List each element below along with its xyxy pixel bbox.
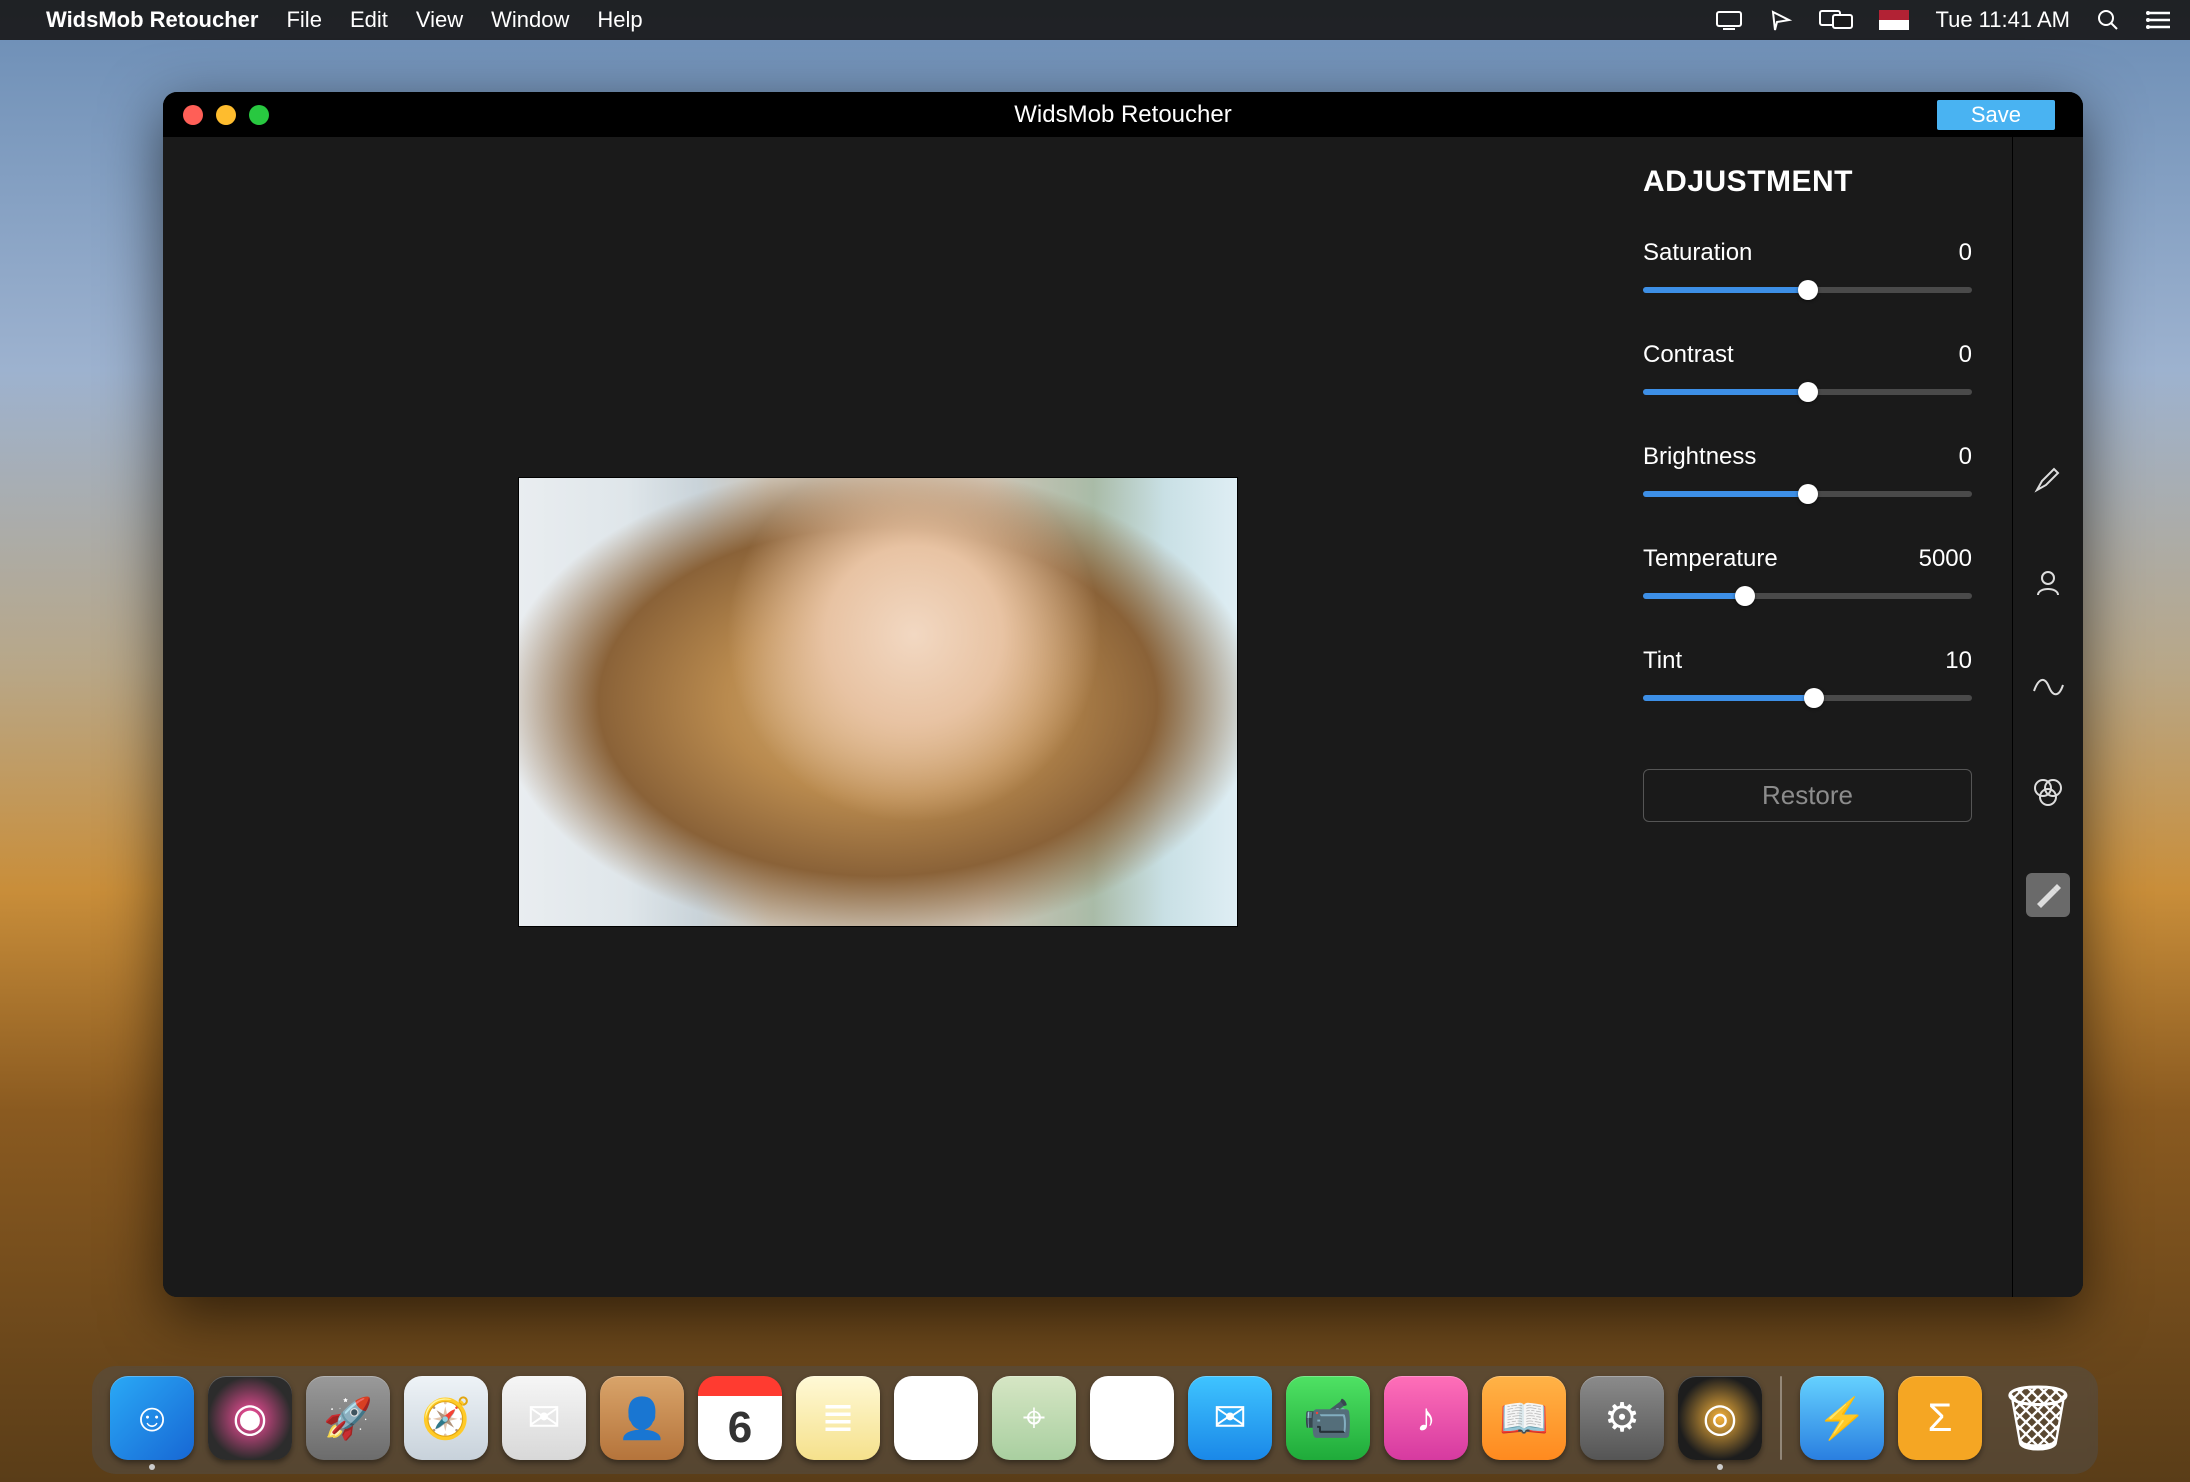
slider-thumb[interactable] <box>1735 586 1755 606</box>
save-button[interactable]: Save <box>1937 100 2055 130</box>
slider-track[interactable] <box>1643 287 1972 293</box>
app-window: WidsMob Retoucher Save ADJUSTMENT Satura… <box>163 92 2083 1297</box>
window-zoom-button[interactable] <box>249 105 269 125</box>
dock-mail[interactable]: ✉ <box>502 1376 586 1460</box>
slider-track[interactable] <box>1643 389 1972 395</box>
slider-value: 0 <box>1959 341 1972 369</box>
slider-label: Brightness <box>1643 443 1756 471</box>
slider-value: 10 <box>1945 647 1972 675</box>
dock-finder[interactable]: ☺ <box>110 1376 194 1460</box>
slider-value: 0 <box>1959 239 1972 267</box>
filmpack-tool-icon[interactable] <box>2026 769 2070 813</box>
slider-brightness: Brightness 0 <box>1643 443 1972 497</box>
dock-ibooks[interactable]: 📖 <box>1482 1376 1566 1460</box>
adjustment-panel-title: ADJUSTMENT <box>1643 165 1972 199</box>
image-canvas-area[interactable] <box>163 137 1603 1297</box>
display-status-icon[interactable] <box>1715 9 1743 31</box>
denoise-tool-icon[interactable] <box>2026 665 2070 709</box>
dock-app-extra-1[interactable]: ⚡ <box>1800 1376 1884 1460</box>
window-minimize-button[interactable] <box>216 105 236 125</box>
input-source-flag-icon[interactable] <box>1879 10 1909 30</box>
dock-separator <box>1780 1376 1782 1460</box>
restore-button[interactable]: Restore <box>1643 769 1972 822</box>
dock-messages[interactable]: ✉ <box>1188 1376 1272 1460</box>
window-close-button[interactable] <box>183 105 203 125</box>
adjust-tool-icon[interactable] <box>2026 873 2070 917</box>
slider-saturation: Saturation 0 <box>1643 239 1972 293</box>
slider-thumb[interactable] <box>1798 280 1818 300</box>
dock-notes[interactable]: ≣ <box>796 1376 880 1460</box>
dock-retoucher-app[interactable]: ◎ <box>1678 1376 1762 1460</box>
notification-center-icon[interactable] <box>2146 9 2172 31</box>
dock-reminders[interactable]: ☑ <box>894 1376 978 1460</box>
dock-preferences[interactable]: ⚙ <box>1580 1376 1664 1460</box>
adjustment-panel: ADJUSTMENT Saturation0Contrast0Brightnes… <box>1603 137 2013 1297</box>
brush-tool-icon[interactable] <box>2026 457 2070 501</box>
slider-track[interactable] <box>1643 593 1972 599</box>
menu-window[interactable]: Window <box>491 7 569 33</box>
app-menu[interactable]: WidsMob Retoucher <box>46 7 258 33</box>
edited-photo <box>518 477 1238 927</box>
spotlight-icon[interactable] <box>2096 8 2120 32</box>
slider-track[interactable] <box>1643 695 1972 701</box>
menubar-clock[interactable]: Tue 11:41 AM <box>1935 7 2070 33</box>
slider-track[interactable] <box>1643 491 1972 497</box>
dock-trash[interactable]: 🗑 <box>1996 1376 2080 1460</box>
slider-thumb[interactable] <box>1798 382 1818 402</box>
dock-running-indicator <box>1717 1464 1723 1470</box>
slider-label: Contrast <box>1643 341 1734 369</box>
slider-temperature: Temperature 5000 <box>1643 545 1972 599</box>
slider-thumb[interactable] <box>1804 688 1824 708</box>
slider-contrast: Contrast 0 <box>1643 341 1972 395</box>
slider-thumb[interactable] <box>1798 484 1818 504</box>
slider-label: Tint <box>1643 647 1682 675</box>
dock-siri[interactable]: ◉ <box>208 1376 292 1460</box>
menu-view[interactable]: View <box>416 7 463 33</box>
menu-file[interactable]: File <box>286 7 321 33</box>
dock-app-extra-2[interactable]: Σ <box>1898 1376 1982 1460</box>
dock-photos[interactable]: ✿ <box>1090 1376 1174 1460</box>
system-menubar: WidsMob Retoucher File Edit View Window … <box>0 0 2190 40</box>
dock-itunes[interactable]: ♪ <box>1384 1376 1468 1460</box>
dock-calendar[interactable]: 6 <box>698 1376 782 1460</box>
window-titlebar[interactable]: WidsMob Retoucher Save <box>163 92 2083 137</box>
dock-launchpad[interactable]: 🚀 <box>306 1376 390 1460</box>
dock-contacts[interactable]: 👤 <box>600 1376 684 1460</box>
dock-running-indicator <box>149 1464 155 1470</box>
dock-facetime[interactable]: 📹 <box>1286 1376 1370 1460</box>
menu-help[interactable]: Help <box>597 7 642 33</box>
slider-tint: Tint 10 <box>1643 647 1972 701</box>
slider-label: Temperature <box>1643 545 1778 573</box>
portrait-tool-icon[interactable] <box>2026 561 2070 605</box>
script-status-icon[interactable] <box>1769 8 1793 32</box>
slider-label: Saturation <box>1643 239 1752 267</box>
slider-value: 5000 <box>1919 545 1972 573</box>
dock: ☺◉🚀🧭✉👤6≣☑⌖✿✉📹♪📖⚙◎ ⚡Σ🗑 <box>92 1366 2098 1474</box>
tool-rail <box>2013 137 2083 1297</box>
slider-value: 0 <box>1959 443 1972 471</box>
window-title: WidsMob Retoucher <box>163 101 2083 129</box>
menu-edit[interactable]: Edit <box>350 7 388 33</box>
dock-safari[interactable]: 🧭 <box>404 1376 488 1460</box>
dock-maps[interactable]: ⌖ <box>992 1376 1076 1460</box>
screens-status-icon[interactable] <box>1819 9 1853 31</box>
